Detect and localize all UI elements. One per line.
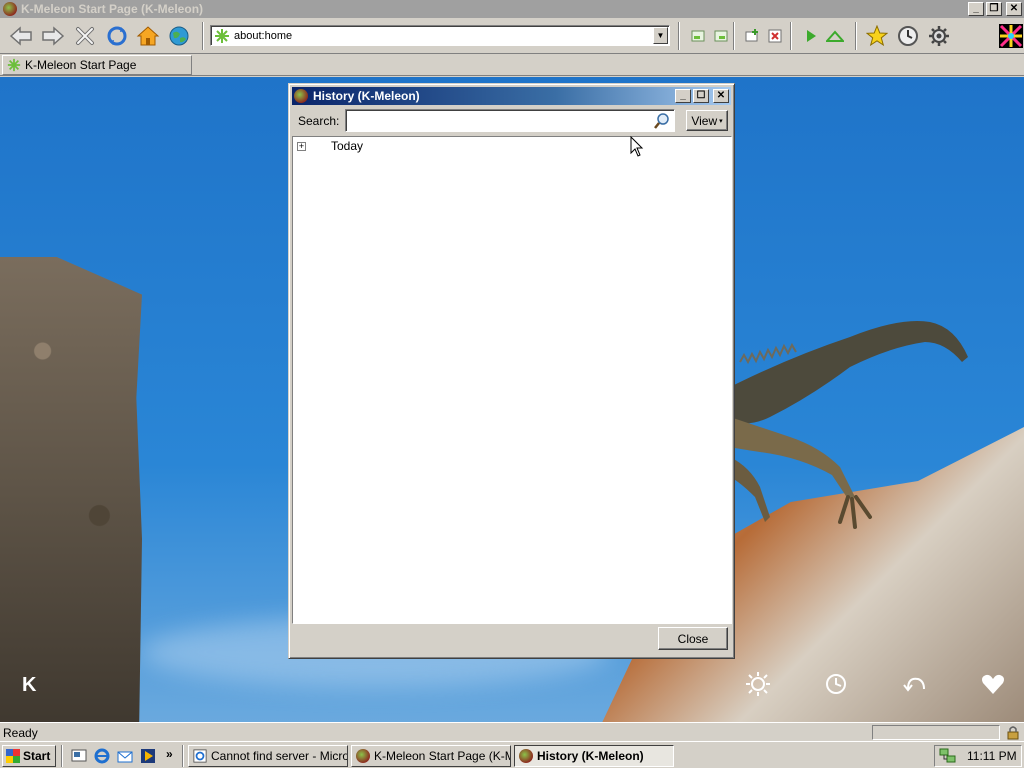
view-button-label: View (691, 113, 718, 128)
tab-label: K-Meleon Start Page (25, 58, 137, 72)
search-label: Search: (298, 114, 340, 128)
taskbar-separator (61, 745, 63, 767)
kmeleon-app-icon (3, 2, 17, 16)
kmeleon-logo-icon (998, 23, 1024, 49)
home-icon[interactable] (135, 23, 161, 49)
task-button-ie[interactable]: Cannot find server - Micros... (188, 745, 348, 767)
navigation-toolbar: ▼ (0, 18, 1024, 54)
stop-icon[interactable] (72, 23, 98, 49)
ie-page-icon (193, 749, 207, 763)
close-page-icon[interactable] (762, 23, 788, 49)
dialog-close-button[interactable]: ✕ (713, 89, 729, 103)
settings-gear-icon[interactable] (926, 23, 952, 49)
taskbar-separator (182, 745, 184, 767)
history-search-row: Search: View ▾ (289, 108, 734, 134)
toolbar-separator (733, 22, 735, 50)
history-dialog: History (K-Meleon) _ ☐ ✕ Search: View ▾ +… (288, 83, 735, 659)
taskbar: Start » Cannot find server - Micros... K… (0, 741, 1024, 768)
show-desktop-icon[interactable] (70, 747, 88, 765)
view-menu-button[interactable]: View ▾ (686, 110, 728, 131)
internet-explorer-icon[interactable] (93, 747, 111, 765)
media-player-icon[interactable] (139, 747, 157, 765)
task-label: Cannot find server - Micros... (211, 749, 347, 763)
security-lock-icon[interactable] (1005, 725, 1021, 740)
toolbar-separator (790, 22, 792, 50)
task-label: K-Meleon Start Page (K-M... (374, 749, 511, 763)
tab-start-page[interactable]: K-Meleon Start Page (2, 55, 192, 75)
kmeleon-task-icon (356, 749, 370, 763)
dialog-window-controls: _ ☐ ✕ (675, 89, 729, 103)
up-icon[interactable] (822, 23, 848, 49)
tree-item-label[interactable]: Today (331, 139, 363, 153)
task-button-kmeleon[interactable]: K-Meleon Start Page (K-M... (351, 745, 511, 767)
toolbar-separator (678, 22, 680, 50)
close-button[interactable]: Close (658, 627, 728, 650)
window-controls: _ ❐ ✕ (968, 2, 1022, 16)
task-button-history[interactable]: History (K-Meleon) (514, 745, 674, 767)
corner-logo-letter: K (22, 674, 37, 696)
history-tree[interactable]: + Today (292, 136, 732, 624)
status-bar: Ready (0, 722, 1024, 741)
outlook-express-icon[interactable] (116, 747, 134, 765)
history-icon[interactable] (822, 670, 850, 698)
url-dropdown-button[interactable]: ▼ (653, 27, 668, 44)
windows-logo-icon (6, 749, 20, 763)
status-pane (872, 725, 1000, 740)
url-input[interactable] (234, 29, 634, 42)
network-icon[interactable] (939, 748, 957, 764)
layers-alt-icon[interactable] (708, 23, 734, 49)
mouse-cursor-icon (630, 136, 644, 157)
background-rock-left (0, 257, 142, 722)
tab-bar: K-Meleon Start Page (0, 54, 1024, 76)
quicklaunch-more-icon[interactable]: » (166, 747, 173, 761)
bookmark-star-icon[interactable] (864, 23, 890, 49)
history-search-box[interactable] (345, 109, 675, 132)
history-search-input[interactable] (349, 111, 649, 130)
toolbar-separator (855, 22, 857, 50)
globe-icon[interactable] (166, 23, 192, 49)
history-clock-icon[interactable] (895, 23, 921, 49)
forward-icon[interactable] (40, 23, 66, 49)
dialog-title: History (K-Meleon) (313, 89, 420, 103)
status-text: Ready (3, 726, 38, 740)
page-favicon-icon (215, 28, 229, 43)
reload-icon[interactable] (104, 23, 130, 49)
close-window-button[interactable]: ✕ (1006, 2, 1022, 16)
url-bar[interactable]: ▼ (210, 25, 670, 46)
start-button[interactable]: Start (2, 745, 56, 767)
kmeleon-app-icon (294, 89, 308, 103)
dialog-titlebar[interactable]: History (K-Meleon) _ ☐ ✕ (292, 87, 731, 105)
start-label: Start (23, 749, 51, 763)
dialog-maximize-button[interactable]: ☐ (693, 89, 709, 103)
view-caret-icon: ▾ (719, 117, 723, 125)
play-icon[interactable] (798, 23, 824, 49)
expand-icon[interactable]: + (297, 142, 306, 151)
taskbar-clock[interactable]: 11:11 PM (967, 749, 1017, 763)
background-iguana-image (730, 321, 968, 529)
search-icon[interactable] (653, 112, 671, 130)
dialog-minimize-button[interactable]: _ (675, 89, 691, 103)
window-title: K-Meleon Start Page (K-Meleon) (21, 2, 204, 16)
task-label: History (K-Meleon) (537, 749, 644, 763)
minimize-button[interactable]: _ (968, 2, 984, 16)
back-icon[interactable] (8, 23, 34, 49)
kmeleon-task-icon (519, 749, 533, 763)
undo-icon[interactable] (901, 670, 929, 698)
window-titlebar[interactable]: K-Meleon Start Page (K-Meleon) _ ❐ ✕ (0, 0, 1024, 18)
restore-button[interactable]: ❐ (986, 2, 1002, 16)
brightness-icon[interactable] (744, 670, 772, 698)
toolbar-separator (202, 22, 204, 50)
heart-icon[interactable] (979, 670, 1007, 698)
tab-favicon-icon (7, 58, 21, 72)
system-tray: 11:11 PM (934, 745, 1022, 767)
